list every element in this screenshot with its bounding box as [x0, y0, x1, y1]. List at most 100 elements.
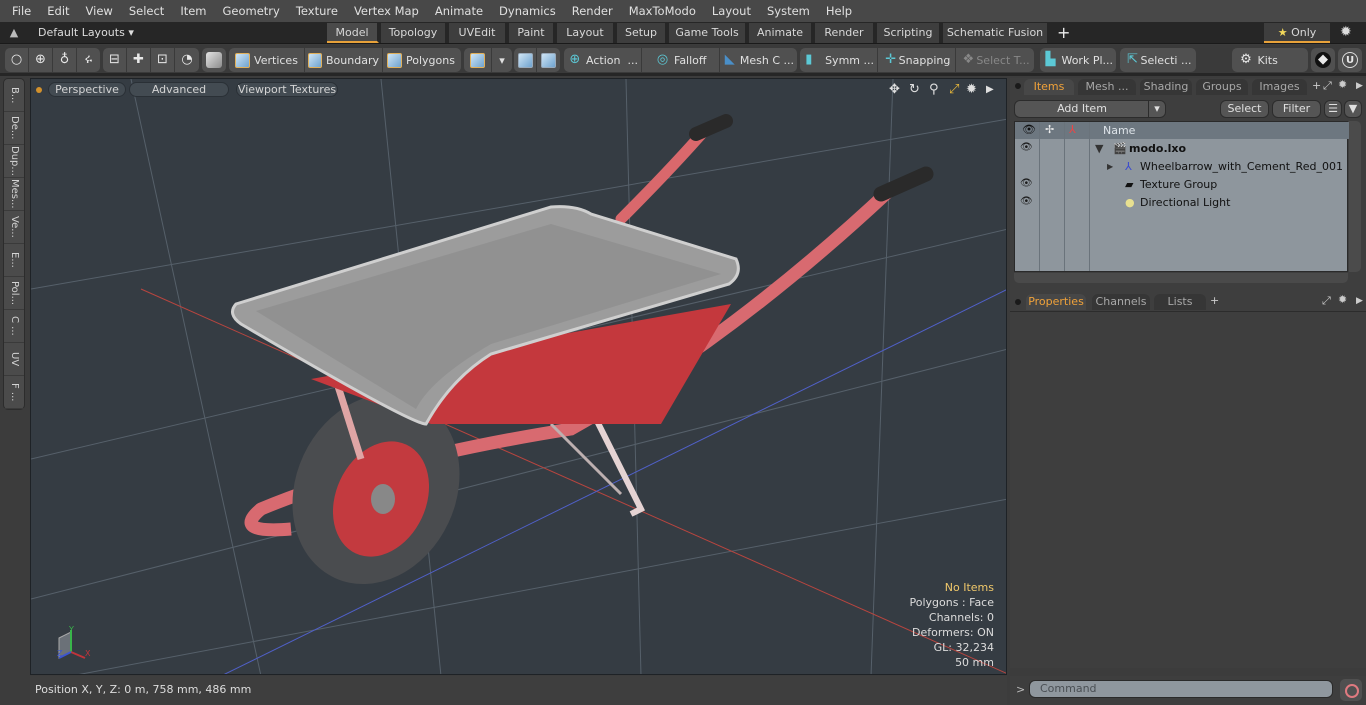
- menu-vertex-map[interactable]: Vertex Map: [346, 0, 427, 22]
- uv-cross-icon[interactable]: ✚: [127, 48, 151, 72]
- menu-help[interactable]: Help: [818, 0, 860, 22]
- vtab-basic[interactable]: B...: [4, 79, 24, 112]
- tab-properties[interactable]: Properties: [1026, 294, 1086, 310]
- record-macro-button[interactable]: [1340, 679, 1362, 701]
- perspective-button[interactable]: Perspective: [48, 82, 126, 97]
- funnel-filter-icon[interactable]: ▼: [1344, 100, 1362, 118]
- maximize-icon[interactable]: ⤢: [949, 82, 959, 97]
- pivot-gizmo-icon[interactable]: [537, 48, 560, 72]
- select-button[interactable]: Select: [1220, 100, 1269, 118]
- tab-model[interactable]: Model: [327, 23, 379, 43]
- menu-dynamics[interactable]: Dynamics: [491, 0, 564, 22]
- menu-file[interactable]: File: [4, 0, 39, 22]
- tab-animate[interactable]: Animate: [749, 23, 813, 43]
- collapse-up-icon[interactable]: ▲: [6, 25, 22, 41]
- dial-icon[interactable]: ◔: [175, 48, 199, 72]
- tab-topology[interactable]: Topology: [381, 23, 447, 43]
- item-mode-cube-icon[interactable]: [202, 48, 226, 72]
- snapping-button[interactable]: ✛ Snapping: [878, 48, 956, 72]
- mesh-constraint-button[interactable]: ◣ Mesh C ...: [720, 48, 797, 72]
- polygons-mode-button[interactable]: Polygons: [383, 48, 459, 72]
- tree-row-scene[interactable]: 👁 ▼ 🎬 modo.lxo: [1015, 140, 1349, 158]
- rotate-icon[interactable]: ↻: [909, 82, 920, 97]
- vertices-mode-button[interactable]: Vertices: [229, 48, 305, 72]
- tab-layout[interactable]: Layout: [557, 23, 615, 43]
- kits-button[interactable]: ⚙ Kits: [1232, 48, 1308, 72]
- tab-scripting[interactable]: Scripting: [877, 23, 941, 43]
- command-input[interactable]: Command: [1029, 680, 1333, 698]
- menu-animate[interactable]: Animate: [427, 0, 491, 22]
- visibility-column-eye-icon[interactable]: 👁: [1022, 123, 1036, 136]
- falloff-button[interactable]: ◎ Falloff: [642, 48, 720, 72]
- tab-render[interactable]: Render: [815, 23, 875, 43]
- tree-vertical-scrollbar[interactable]: [1349, 121, 1361, 272]
- transform-gizmo-icon[interactable]: [514, 48, 537, 72]
- selection-sets-button[interactable]: ⇱ Selecti ...: [1120, 48, 1196, 72]
- default-layouts-dropdown[interactable]: Default Layouts ▾: [38, 22, 134, 44]
- menu-item[interactable]: Item: [172, 0, 214, 22]
- menu-select[interactable]: Select: [121, 0, 172, 22]
- only-toggle[interactable]: ★ Only: [1264, 23, 1330, 43]
- add-item-button[interactable]: Add Item: [1014, 100, 1150, 118]
- visibility-eye-icon[interactable]: 👁: [1020, 178, 1033, 189]
- add-item-dropdown-icon[interactable]: ▾: [1148, 100, 1166, 118]
- vtab-vertex[interactable]: Ve...: [4, 211, 24, 244]
- vtab-duplicate[interactable]: Dup...: [4, 145, 24, 178]
- tab-shading[interactable]: Shading: [1140, 79, 1192, 95]
- tab-mesh[interactable]: Mesh ...: [1078, 79, 1136, 95]
- tab-channels[interactable]: Channels: [1092, 294, 1150, 310]
- expand-panel-icon[interactable]: ⤢: [1323, 79, 1332, 93]
- vtab-fusion[interactable]: F ...: [4, 376, 24, 409]
- expand-panel-icon[interactable]: ⤢: [1322, 294, 1331, 308]
- menu-layout[interactable]: Layout: [704, 0, 759, 22]
- collapse-triangle-icon[interactable]: ▼: [1095, 142, 1103, 155]
- advanced-button[interactable]: Advanced: [129, 82, 229, 97]
- tab-lists[interactable]: Lists: [1154, 294, 1206, 310]
- mode-dropdown-chevron-icon[interactable]: ▾: [492, 48, 512, 72]
- name-column-header[interactable]: Name: [1103, 124, 1135, 137]
- visibility-eye-icon[interactable]: 👁: [1020, 196, 1033, 207]
- tab-setup[interactable]: Setup: [617, 23, 667, 43]
- panel-menu-arrow-icon[interactable]: ▶: [1356, 296, 1363, 306]
- tab-game-tools[interactable]: Game Tools: [669, 23, 747, 43]
- vtab-mesh-edit[interactable]: Mes...: [4, 178, 24, 211]
- add-tab-icon[interactable]: +: [1210, 294, 1219, 307]
- 3d-viewport[interactable]: Perspective Advanced Viewport Textures ✥…: [30, 78, 1007, 675]
- menu-texture[interactable]: Texture: [288, 0, 346, 22]
- tree-row-mesh[interactable]: ▶ ⅄ Wheelbarrow_with_Cement_Red_001: [1015, 158, 1349, 176]
- square-target-icon[interactable]: ⊡: [151, 48, 175, 72]
- tab-paint[interactable]: Paint: [509, 23, 555, 43]
- action-center-button[interactable]: ⊕ Action ...: [564, 48, 642, 72]
- tree-row-texture-group[interactable]: 👁 ▰ Texture Group: [1015, 176, 1349, 194]
- curve-tool-icon[interactable]: ሩ: [77, 48, 100, 72]
- vtab-edge[interactable]: E...: [4, 244, 24, 277]
- tab-uvedit[interactable]: UVEdit: [449, 23, 507, 43]
- tree-horizontal-scrollbar[interactable]: [1014, 273, 1348, 283]
- unity-icon[interactable]: ◆: [1311, 48, 1335, 72]
- list-options-icon[interactable]: ☰: [1324, 100, 1342, 118]
- menu-system[interactable]: System: [759, 0, 818, 22]
- viewport-textures-button[interactable]: Viewport Textures: [236, 82, 338, 97]
- vtab-polygon[interactable]: Pol...: [4, 277, 24, 310]
- add-tab-button[interactable]: +: [1057, 23, 1070, 42]
- panel-gear-icon[interactable]: ✹: [1338, 78, 1347, 91]
- globe-icon[interactable]: ⊕: [29, 48, 53, 72]
- menu-edit[interactable]: Edit: [39, 0, 77, 22]
- work-plane-button[interactable]: ▙ Work Pl...: [1040, 48, 1116, 72]
- material-mode-button[interactable]: [464, 48, 492, 72]
- expand-triangle-icon[interactable]: ▶: [1107, 162, 1113, 171]
- pan-icon[interactable]: ✥: [889, 82, 900, 97]
- lock-column-icon[interactable]: ✢: [1045, 123, 1054, 136]
- viewport-gear-icon[interactable]: ✹: [966, 82, 977, 97]
- locator-column-icon[interactable]: ⅄: [1069, 123, 1076, 136]
- tab-groups[interactable]: Groups: [1196, 79, 1248, 95]
- tab-items[interactable]: Items: [1024, 79, 1074, 95]
- panel-gear-icon[interactable]: ✹: [1338, 293, 1347, 306]
- menu-geometry[interactable]: Geometry: [215, 0, 288, 22]
- menu-maxtomodo[interactable]: MaxToModo: [621, 0, 704, 22]
- menu-view[interactable]: View: [78, 0, 121, 22]
- vtab-deform[interactable]: De...: [4, 112, 24, 145]
- tree-row-directional-light[interactable]: 👁 ● Directional Light: [1015, 194, 1349, 212]
- panel-menu-arrow-icon[interactable]: ▶: [1356, 81, 1363, 91]
- gear-icon[interactable]: ✹: [1340, 24, 1352, 40]
